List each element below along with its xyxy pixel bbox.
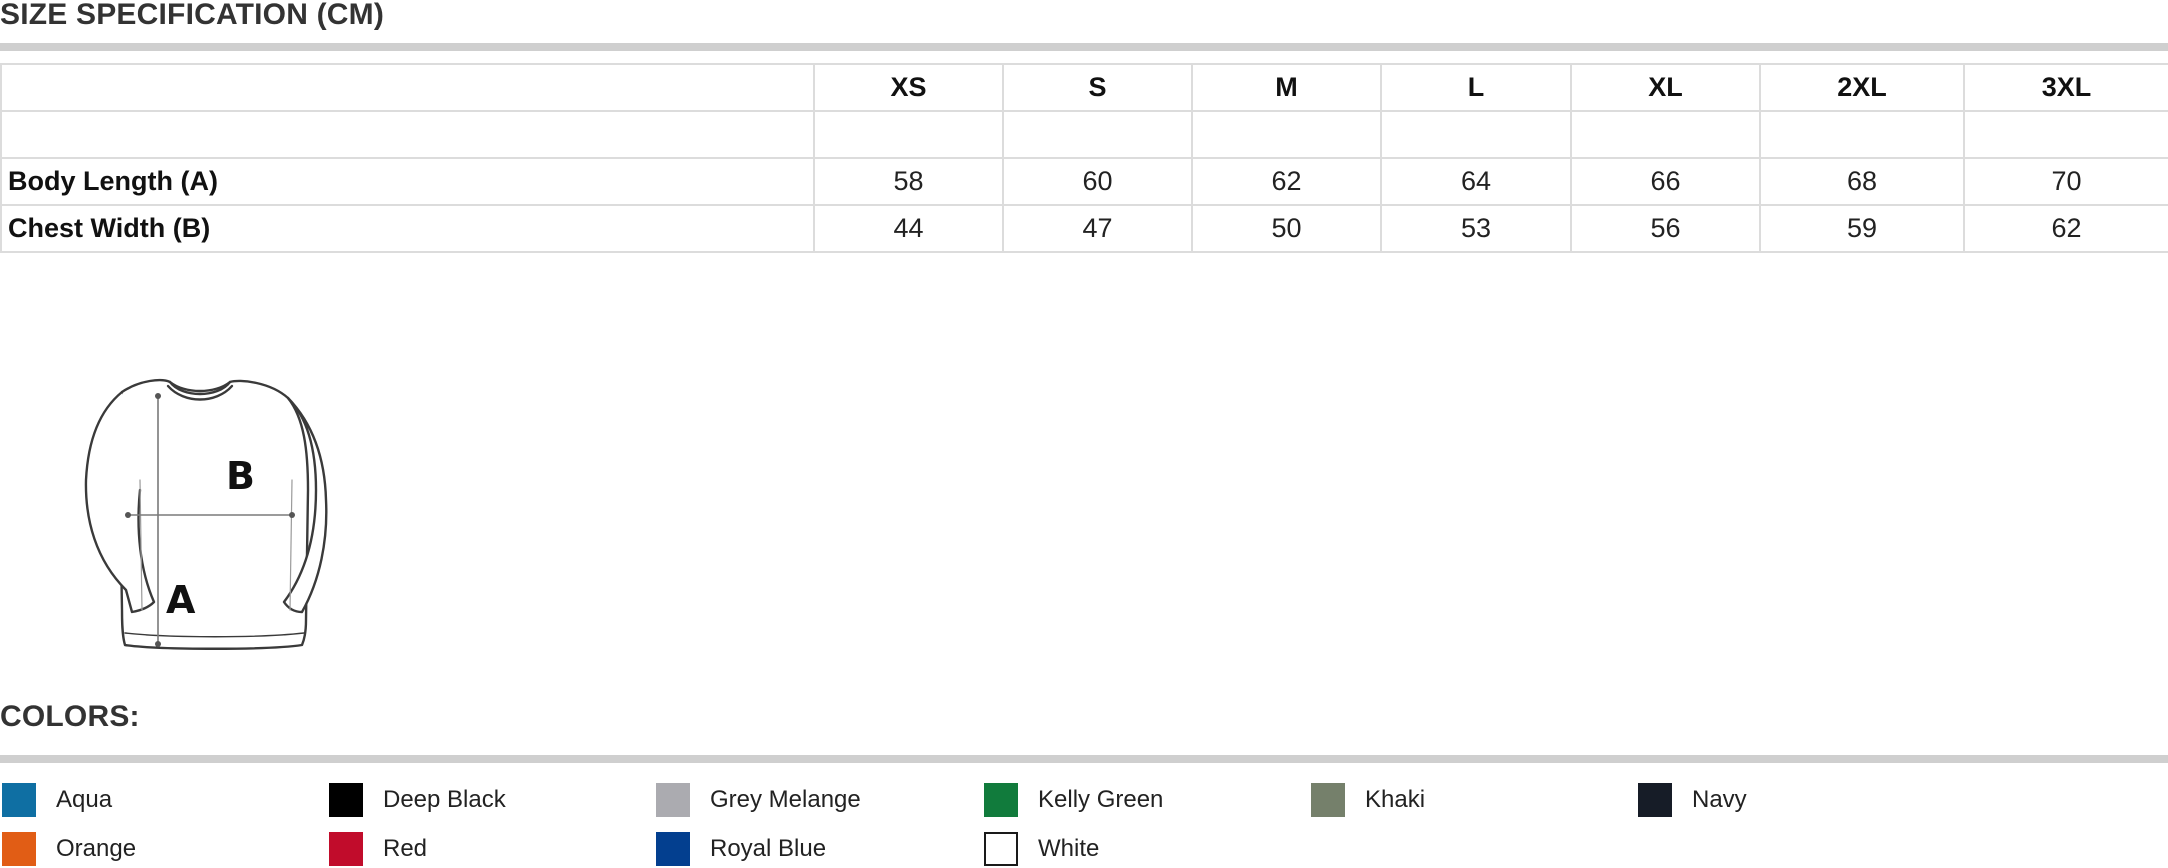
size-header-xl: XL <box>1570 63 1761 112</box>
empty-cell <box>1963 110 2168 159</box>
color-swatch <box>2 832 36 866</box>
table-cell: 64 <box>1380 157 1572 206</box>
empty-cell <box>0 110 815 159</box>
color-item-orange: Orange <box>2 831 136 867</box>
table-cell: 62 <box>1963 204 2168 253</box>
size-header-l: L <box>1380 63 1572 112</box>
size-header-s: S <box>1002 63 1193 112</box>
row-label: Chest Width (B) <box>0 204 815 253</box>
table-cell: 59 <box>1759 204 1965 253</box>
measure-label-a: A <box>166 578 196 622</box>
color-name: Orange <box>56 835 137 862</box>
color-name: White <box>1038 835 1100 862</box>
size-table: XS S M L XL 2XL 3XL Body Length (A) 58 6… <box>0 63 2168 253</box>
header-blank-cell <box>0 63 815 112</box>
table-cell: 50 <box>1191 204 1382 253</box>
empty-cell <box>1380 110 1572 159</box>
measure-label-b: B <box>226 454 255 498</box>
empty-cell <box>813 110 1004 159</box>
color-item-aqua: Aqua <box>2 782 112 818</box>
size-header-row: XS S M L XL 2XL 3XL <box>0 63 2168 112</box>
empty-row <box>0 110 2168 159</box>
empty-cell <box>1570 110 1761 159</box>
color-name: Kelly Green <box>1038 786 1164 813</box>
color-item-royal-blue: Royal Blue <box>656 831 826 867</box>
longsleeve-tshirt-icon <box>84 378 328 650</box>
color-name: Red <box>383 835 428 862</box>
color-name: Aqua <box>56 786 113 813</box>
color-item-kelly-green: Kelly Green <box>984 782 1163 818</box>
color-swatch <box>656 832 690 866</box>
color-list: Aqua Deep Black Grey Melange Kelly Green… <box>0 782 2168 868</box>
section-divider <box>0 755 2168 763</box>
color-swatch <box>984 832 1018 866</box>
table-cell: 58 <box>813 157 1004 206</box>
color-swatch <box>656 783 690 817</box>
table-cell: 47 <box>1002 204 1193 253</box>
table-cell: 62 <box>1191 157 1382 206</box>
empty-cell <box>1759 110 1965 159</box>
table-cell: 70 <box>1963 157 2168 206</box>
color-name: Deep Black <box>383 786 506 813</box>
empty-cell <box>1002 110 1193 159</box>
color-name: Grey Melange <box>710 786 861 813</box>
size-spec-title: SIZE SPECIFICATION (CM) <box>0 0 385 31</box>
table-cell: 56 <box>1570 204 1761 253</box>
empty-cell <box>1191 110 1382 159</box>
color-swatch <box>2 783 36 817</box>
color-name: Royal Blue <box>710 835 827 862</box>
garment-diagram: B A <box>70 370 340 660</box>
color-name: Khaki <box>1365 786 1426 813</box>
size-header-xs: XS <box>813 63 1004 112</box>
color-swatch <box>1638 783 1672 817</box>
color-item-white: White <box>984 831 1099 867</box>
section-divider <box>0 43 2168 51</box>
color-swatch <box>1311 783 1345 817</box>
color-item-khaki: Khaki <box>1311 782 1425 818</box>
color-swatch <box>329 783 363 817</box>
color-item-grey-melange: Grey Melange <box>656 782 861 818</box>
table-cell: 60 <box>1002 157 1193 206</box>
table-row-chest-width: Chest Width (B) 44 47 50 53 56 59 62 <box>0 204 2168 253</box>
table-cell: 66 <box>1570 157 1761 206</box>
table-cell: 53 <box>1380 204 1572 253</box>
color-name: Navy <box>1692 786 1747 813</box>
size-header-2xl: 2XL <box>1759 63 1965 112</box>
table-cell: 44 <box>813 204 1004 253</box>
size-header-m: M <box>1191 63 1382 112</box>
table-cell: 68 <box>1759 157 1965 206</box>
color-swatch <box>984 783 1018 817</box>
color-item-navy: Navy <box>1638 782 1747 818</box>
colors-title: COLORS: <box>0 700 140 733</box>
table-row-body-length: Body Length (A) 58 60 62 64 66 68 70 <box>0 157 2168 206</box>
color-item-deep-black: Deep Black <box>329 782 506 818</box>
color-swatch <box>329 832 363 866</box>
color-item-red: Red <box>329 831 427 867</box>
row-label: Body Length (A) <box>0 157 815 206</box>
size-header-3xl: 3XL <box>1963 63 2168 112</box>
